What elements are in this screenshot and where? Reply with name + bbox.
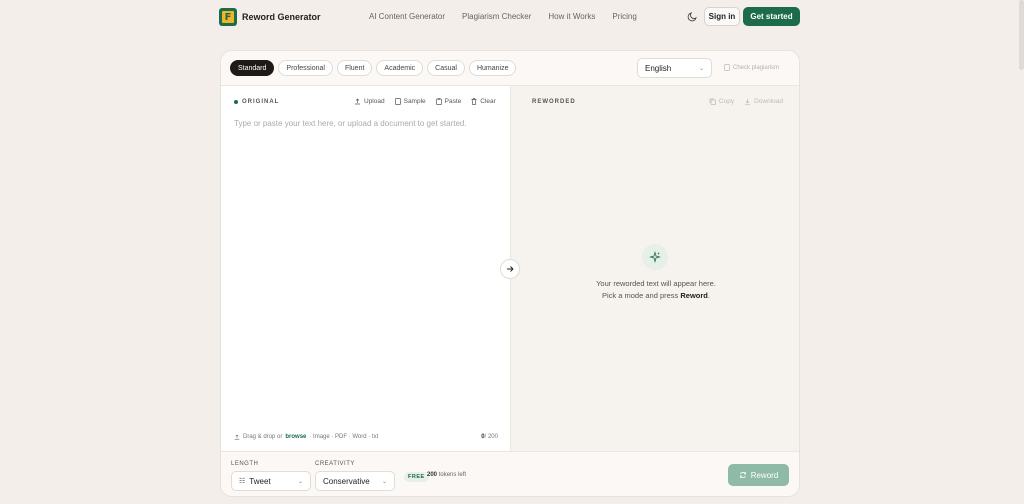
original-label: ORIGINAL (234, 99, 279, 105)
mode-humanize[interactable]: Humanize (468, 60, 517, 76)
drop-file-types: · Image · PDF · Word · txt (309, 434, 379, 440)
language-value: English (645, 63, 672, 73)
reword-label: Reword (750, 470, 779, 480)
refresh-icon (739, 471, 746, 479)
original-text-input[interactable]: Type or paste your text here, or upload … (234, 119, 467, 128)
submit-arrow-button[interactable] (500, 259, 520, 279)
clipboard-icon (435, 98, 442, 105)
list-icon: ☷ (239, 478, 246, 485)
mode-bar: Standard Professional Fluent Academic Ca… (221, 51, 799, 86)
check-plagiarism-label: Check plagiarism (733, 64, 780, 71)
empty-state-line2: Pick a mode and press Reword. (602, 291, 710, 300)
creativity-value: Conservative (323, 476, 370, 486)
copy-button[interactable]: Copy (709, 98, 734, 105)
reword-button[interactable]: Reword (728, 464, 789, 486)
upload-label: Upload (364, 98, 385, 105)
mode-fluent[interactable]: Fluent (336, 60, 373, 76)
mode-professional[interactable]: Professional (278, 60, 333, 76)
length-label: LENGTH (231, 461, 259, 467)
upload-icon (234, 434, 240, 440)
arrow-right-icon (507, 266, 514, 272)
logo[interactable]: F Reword Generator (219, 8, 321, 26)
top-header: F Reword Generator AI Content Generator … (0, 0, 1024, 34)
original-toolbar: Upload Sample Paste Clear (354, 98, 496, 105)
browse-link[interactable]: browse (285, 434, 306, 440)
document-icon (724, 64, 730, 71)
chevron-down-icon: ⌄ (698, 66, 704, 72)
paste-button[interactable]: Paste (435, 98, 462, 105)
main-nav: AI Content Generator Plagiarism Checker … (369, 12, 654, 21)
tokens-left: 200 tokens left (427, 472, 467, 478)
upload-icon (355, 98, 360, 105)
page-scrollbar[interactable] (1019, 0, 1024, 70)
mode-academic[interactable]: Academic (376, 60, 424, 76)
creativity-select[interactable]: Conservative ⌄ (315, 471, 395, 491)
sample-label: Sample (403, 98, 426, 105)
get-started-button[interactable]: Get started (743, 7, 800, 26)
options-bar: LENGTH ☷ Tweet ⌄ CREATIVITY Conservative… (221, 451, 799, 496)
drop-prefix: Drag & drop or (243, 434, 283, 440)
sparkle-icon (642, 244, 668, 270)
empty-state-message: Your reworded text will appear here. Pic… (571, 278, 741, 302)
nav-pricing[interactable]: Pricing (612, 12, 636, 21)
clear-label: Clear (480, 98, 496, 105)
trash-icon (471, 98, 477, 105)
char-count-max: / 200 (484, 434, 498, 440)
original-panel: ORIGINAL Upload Sample Paste Clear Type … (221, 86, 510, 451)
logo-text: Reword Generator (242, 12, 321, 22)
sample-button[interactable]: Sample (394, 98, 426, 105)
mode-tabs: Standard Professional Fluent Academic Ca… (230, 60, 517, 76)
language-select[interactable]: English ⌄ (637, 58, 712, 78)
document-icon (394, 98, 401, 105)
paste-label: Paste (444, 98, 462, 105)
nav-how-it-works[interactable]: How it Works (548, 12, 595, 21)
chevron-down-icon: ⌄ (381, 479, 387, 485)
reworded-label: REWORDED (532, 99, 576, 105)
dark-mode-toggle-icon[interactable] (687, 12, 697, 22)
drop-zone[interactable]: Drag & drop or browse · Image · PDF · Wo… (234, 434, 378, 440)
length-value: Tweet (249, 476, 271, 486)
download-label: Download (754, 98, 783, 105)
download-button[interactable]: Download (744, 98, 783, 105)
free-badge: FREE (404, 472, 429, 482)
upload-button[interactable]: Upload (354, 98, 385, 105)
original-label-text: ORIGINAL (242, 99, 280, 105)
copy-icon (709, 98, 716, 105)
sign-in-button[interactable]: Sign in (704, 7, 740, 26)
check-plagiarism-button[interactable]: Check plagiarism (724, 64, 779, 71)
reword-card: Standard Professional Fluent Academic Ca… (220, 50, 800, 497)
status-dot-icon (234, 100, 238, 104)
reworded-toolbar: Copy Download (709, 98, 783, 105)
download-icon (745, 99, 751, 105)
empty-state-line1: Your reworded text will appear here. (596, 279, 716, 288)
mode-standard[interactable]: Standard (230, 60, 275, 76)
clear-button[interactable]: Clear (471, 98, 496, 105)
length-select[interactable]: ☷ Tweet ⌄ (231, 471, 311, 491)
chevron-down-icon: ⌄ (297, 479, 303, 485)
nav-ai-content-generator[interactable]: AI Content Generator (369, 12, 445, 21)
copy-label: Copy (718, 98, 735, 105)
creativity-label: CREATIVITY (315, 461, 355, 467)
logo-icon: F (219, 8, 237, 26)
char-counter: 0/ 200 (481, 434, 498, 440)
nav-plagiarism-checker[interactable]: Plagiarism Checker (462, 12, 531, 21)
reworded-panel: REWORDED Copy Download Your reworded tex… (510, 86, 799, 451)
mode-casual[interactable]: Casual (427, 60, 465, 76)
